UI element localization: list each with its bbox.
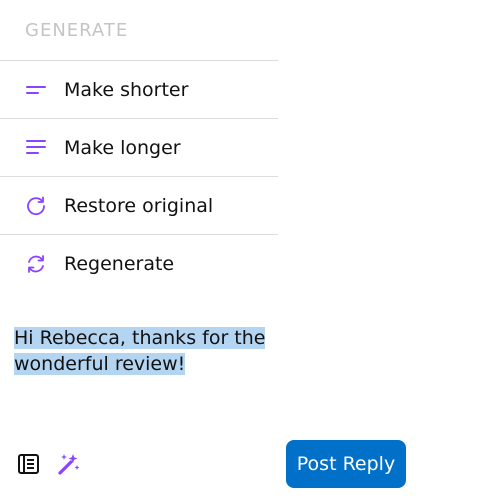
- menu-item-regenerate[interactable]: Regenerate: [0, 235, 278, 293]
- template-icon[interactable]: [16, 451, 42, 477]
- ai-sparkle-icon[interactable]: [56, 451, 82, 477]
- menu-item-make-longer[interactable]: Make longer: [0, 119, 278, 177]
- menu-item-label: Make shorter: [64, 78, 189, 101]
- menu-item-restore-original[interactable]: Restore original: [0, 177, 278, 235]
- menu-item-label: Regenerate: [64, 253, 175, 275]
- reply-text-line: wonderful review!: [14, 353, 186, 375]
- generate-menu: GENERATE Make shorter Make longer Restor…: [0, 0, 278, 293]
- restore-icon: [24, 194, 48, 218]
- menu-item-label: Restore original: [64, 194, 214, 217]
- post-reply-button[interactable]: Post Reply: [286, 440, 406, 488]
- long-text-icon: [24, 136, 48, 160]
- reply-text-line: Hi Rebecca, thanks for the: [14, 327, 266, 349]
- regenerate-icon: [24, 252, 48, 276]
- reply-text-editor[interactable]: Hi Rebecca, thanks for the wonderful rev…: [14, 325, 294, 377]
- short-text-icon: [24, 78, 48, 102]
- menu-item-label: Make longer: [64, 136, 181, 159]
- menu-header: GENERATE: [0, 0, 278, 61]
- menu-item-make-shorter[interactable]: Make shorter: [0, 61, 278, 119]
